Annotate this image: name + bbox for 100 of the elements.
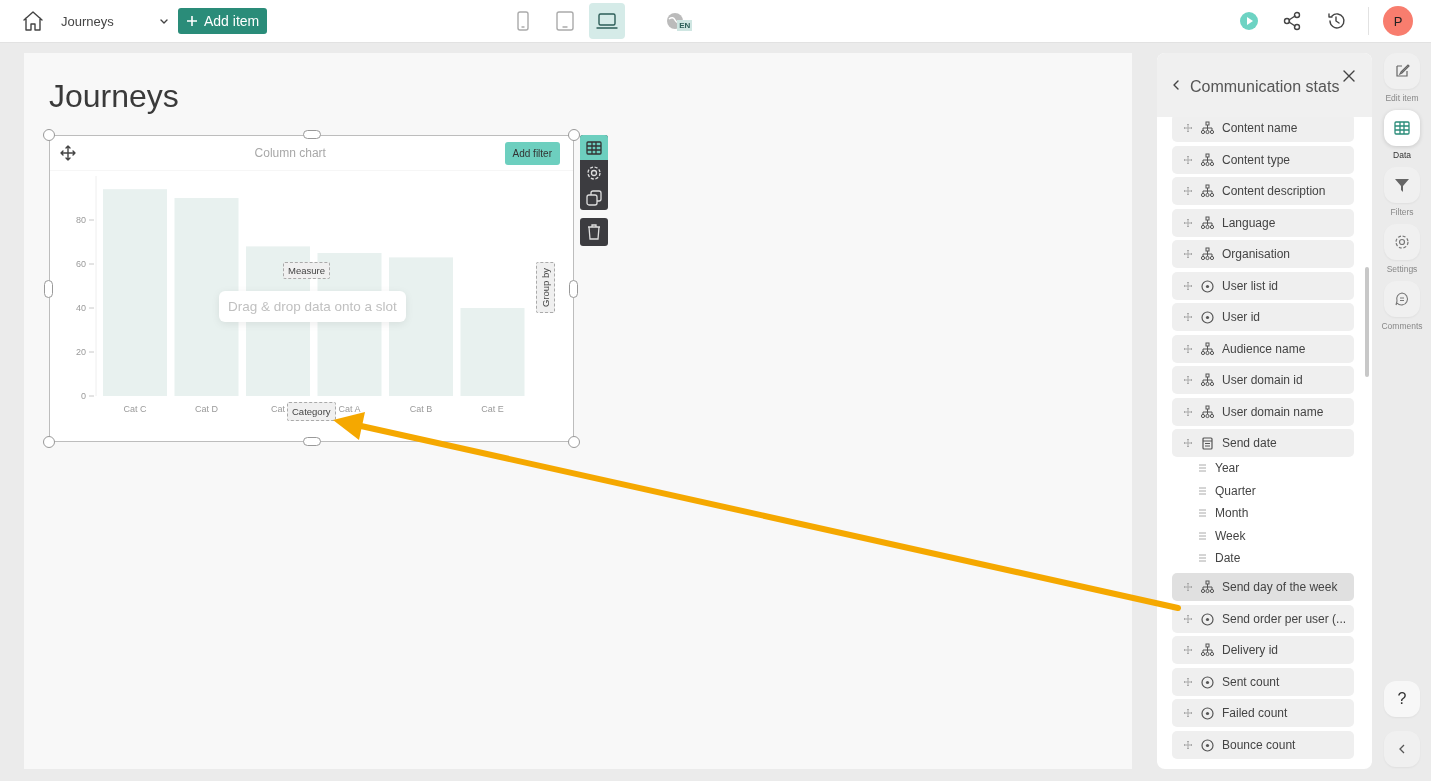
gear-button[interactable] <box>1384 224 1420 260</box>
data-field[interactable]: User domain id <box>1172 366 1354 394</box>
hierarchy-icon <box>1200 184 1215 198</box>
hierarchy-icon <box>1200 152 1215 167</box>
data-field[interactable]: Send order per user (... <box>1172 604 1354 633</box>
axis-tick-label: 80 <box>76 215 86 225</box>
data-field[interactable]: Failed count <box>1172 699 1354 727</box>
resize-handle[interactable] <box>44 279 53 298</box>
chevron-left-icon <box>1398 743 1406 755</box>
data-field[interactable]: User id <box>1172 303 1354 331</box>
table-button[interactable] <box>1384 110 1420 146</box>
rail-label: Edit item <box>1385 93 1419 103</box>
resize-handle[interactable] <box>568 436 580 448</box>
hierarchy-icon <box>1200 247 1215 261</box>
date-part-item[interactable]: Week <box>1172 524 1354 547</box>
data-field[interactable]: Send day of the week <box>1172 573 1354 601</box>
axis-tick-label: 60 <box>76 259 86 269</box>
hierarchy-icon <box>1200 580 1215 594</box>
drag-handle-icon[interactable] <box>1183 375 1193 385</box>
data-field[interactable]: Send date <box>1172 429 1354 457</box>
avatar[interactable]: P <box>1383 6 1413 36</box>
drag-handle-icon[interactable] <box>1183 217 1193 228</box>
language-badge[interactable]: EN <box>677 20 693 31</box>
drag-handle-icon[interactable] <box>1183 249 1193 259</box>
add-item-button[interactable]: Add item <box>178 8 268 34</box>
scrollbar[interactable] <box>1365 267 1369 377</box>
drag-handle-icon[interactable] <box>1183 739 1193 750</box>
home-icon[interactable] <box>21 9 45 33</box>
close-icon[interactable] <box>1342 69 1356 83</box>
help-button[interactable]: ? <box>1384 681 1420 717</box>
edit-button[interactable] <box>1384 53 1420 89</box>
speech-bubble-button[interactable] <box>1384 281 1420 317</box>
target-icon <box>1200 706 1215 720</box>
drag-handle-icon[interactable] <box>1183 123 1193 133</box>
data-field[interactable]: Delivery id <box>1172 636 1354 664</box>
date-part-item[interactable]: Month <box>1172 502 1354 525</box>
drag-handle-icon[interactable] <box>1183 406 1193 417</box>
table-icon[interactable] <box>580 135 608 160</box>
calendar-icon <box>1200 436 1215 450</box>
axis-category-label: Cat D <box>195 404 218 414</box>
chart-title: Column chart <box>254 146 326 160</box>
axis-category-label: Cat E <box>481 404 504 414</box>
data-field[interactable]: Bounce count <box>1172 730 1354 759</box>
filter-button[interactable] <box>1384 167 1420 203</box>
data-field[interactable]: Audience name <box>1172 334 1354 363</box>
play-icon[interactable] <box>1240 12 1258 30</box>
lines-icon <box>1198 553 1207 564</box>
axis-category-label: Cat A <box>338 404 361 414</box>
date-part-item[interactable]: Quarter <box>1172 479 1354 502</box>
panel-title: Communication stats <box>1190 77 1340 96</box>
date-part-item[interactable]: Date <box>1172 547 1354 570</box>
data-field[interactable]: Content description <box>1172 177 1354 205</box>
date-part-item[interactable]: Year <box>1172 457 1354 480</box>
data-field[interactable]: Organisation <box>1172 240 1354 268</box>
hierarchy-icon <box>1200 121 1215 135</box>
data-field[interactable]: Sent count <box>1172 667 1354 696</box>
plus-icon <box>186 15 198 27</box>
target-icon <box>1200 737 1215 752</box>
drag-handle-icon[interactable] <box>1183 613 1193 624</box>
drag-handle-icon[interactable] <box>1183 186 1193 196</box>
drag-handle-icon[interactable] <box>1183 438 1193 448</box>
laptop-view-button[interactable] <box>589 3 626 39</box>
resize-handle[interactable] <box>43 436 55 448</box>
resize-handle[interactable] <box>568 129 580 141</box>
resize-handle[interactable] <box>302 130 321 139</box>
history-icon[interactable] <box>1326 11 1346 31</box>
drag-handle-icon[interactable] <box>1183 312 1193 322</box>
share-icon[interactable] <box>1282 11 1302 31</box>
drag-handle-icon[interactable] <box>1183 280 1193 291</box>
measure-slot[interactable]: Measure <box>283 262 330 279</box>
resize-handle[interactable] <box>302 437 321 446</box>
add-filter-button[interactable]: Add filter <box>504 141 560 165</box>
hierarchy-icon <box>1200 215 1215 230</box>
caret-icon <box>159 17 169 25</box>
page-title: Journeys <box>49 77 180 115</box>
drag-handle-icon[interactable] <box>1183 676 1193 687</box>
dashboard-select[interactable]: Journeys <box>61 13 169 29</box>
move-icon[interactable] <box>60 145 76 161</box>
data-field[interactable]: Language <box>1172 208 1354 237</box>
data-field[interactable]: User list id <box>1172 271 1354 300</box>
drag-handle-icon[interactable] <box>1183 645 1193 655</box>
category-slot[interactable]: Category <box>287 402 336 421</box>
drag-handle-icon[interactable] <box>1183 154 1193 165</box>
table-icon <box>1392 118 1412 138</box>
data-field[interactable]: User domain name <box>1172 397 1354 426</box>
target-icon <box>1200 674 1215 689</box>
drag-handle-icon[interactable] <box>1183 582 1193 592</box>
resize-handle[interactable] <box>569 279 578 298</box>
group-by-slot[interactable]: Group by <box>536 262 555 313</box>
back-icon[interactable] <box>1172 79 1180 91</box>
axis-tick-label: 40 <box>76 303 86 313</box>
drag-handle-icon[interactable] <box>1183 343 1193 354</box>
lines-icon <box>1198 530 1207 541</box>
target-icon <box>1200 310 1215 324</box>
data-field[interactable]: Content type <box>1172 145 1354 174</box>
drag-handle-icon[interactable] <box>1183 708 1193 718</box>
resize-handle[interactable] <box>43 129 55 141</box>
hierarchy-icon <box>1200 341 1215 356</box>
rail-label: Comments <box>1381 321 1423 331</box>
axis-tick-label: 20 <box>76 347 86 357</box>
